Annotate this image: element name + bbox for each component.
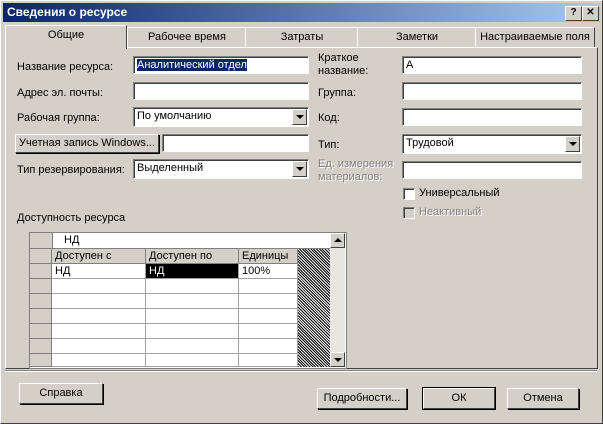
table-cell-selected[interactable]: НД xyxy=(146,264,239,279)
material-units-field[interactable] xyxy=(402,161,582,179)
tab-notes[interactable]: Заметки xyxy=(357,27,477,48)
close-icon: ✕ xyxy=(586,7,595,18)
col-units[interactable]: Единицы xyxy=(239,249,298,264)
table-cell[interactable] xyxy=(146,309,239,324)
table-cell[interactable] xyxy=(146,279,239,294)
grid-vertical-scrollbar[interactable] xyxy=(330,233,345,367)
help-button[interactable]: Справка xyxy=(19,383,103,404)
booking-type-label: Тип резервирования: xyxy=(17,164,125,176)
tab-custom-fields[interactable]: Настраиваемые поля xyxy=(475,27,595,48)
grid-inactive-area xyxy=(298,249,330,367)
row-header[interactable] xyxy=(30,264,52,279)
grid-edit-value: НД xyxy=(64,234,80,246)
details-button[interactable]: Подробности... xyxy=(317,388,407,409)
tab-general[interactable]: Общие xyxy=(5,25,127,49)
row-header[interactable] xyxy=(30,339,52,354)
table-cell[interactable] xyxy=(52,309,146,324)
cancel-button[interactable]: Отмена xyxy=(507,388,579,409)
table-cell[interactable] xyxy=(239,324,298,339)
table-cell[interactable]: НД xyxy=(52,264,146,279)
footer-separator xyxy=(5,370,597,372)
table-cell[interactable] xyxy=(239,279,298,294)
ok-button[interactable]: ОК xyxy=(422,387,496,410)
table-cell[interactable] xyxy=(146,294,239,309)
grid-edit-bar[interactable]: НД xyxy=(30,233,330,249)
short-name-label-line1: Краткое xyxy=(318,52,359,64)
resource-name-label: Название ресурса: xyxy=(17,61,114,73)
booking-type-select[interactable]: Выделенный xyxy=(133,159,309,179)
material-units-label-line2: материалов: xyxy=(318,171,383,183)
table-cell[interactable]: 100% xyxy=(239,264,298,279)
type-select[interactable]: Трудовой xyxy=(402,134,582,154)
material-units-label-line1: Ед. измерения xyxy=(318,158,394,170)
table-cell[interactable] xyxy=(146,339,239,354)
group-label: Группа: xyxy=(318,87,356,99)
tab-costs[interactable]: Затраты xyxy=(245,27,359,48)
col-available-from[interactable]: Доступен с xyxy=(52,249,146,264)
code-field[interactable] xyxy=(402,108,582,126)
table-cell[interactable] xyxy=(239,309,298,324)
availability-grid[interactable]: НД Доступен с Доступен по Единицы НД НД … xyxy=(29,232,347,369)
table-cell[interactable] xyxy=(52,339,146,354)
short-name-field[interactable]: А xyxy=(402,56,582,74)
table-cell[interactable] xyxy=(239,294,298,309)
close-title-button[interactable]: ✕ xyxy=(582,6,599,21)
email-label: Адрес эл. почты: xyxy=(17,87,104,99)
chevron-down-icon[interactable] xyxy=(565,136,580,152)
row-header[interactable] xyxy=(30,294,52,309)
availability-label: Доступность ресурса xyxy=(17,212,126,224)
generic-checkbox[interactable] xyxy=(403,188,415,200)
table-cell[interactable] xyxy=(52,354,146,367)
row-header[interactable] xyxy=(30,279,52,294)
tab-bar: Общие Рабочее время Затраты Заметки Наст… xyxy=(5,25,597,49)
help-title-button[interactable]: ? xyxy=(565,6,582,21)
windows-account-field[interactable] xyxy=(162,134,309,152)
table-cell[interactable] xyxy=(146,354,239,367)
tab-working-time[interactable]: Рабочее время xyxy=(127,27,247,48)
row-header[interactable] xyxy=(30,324,52,339)
group-field[interactable] xyxy=(402,82,582,100)
type-label: Тип: xyxy=(318,139,340,151)
table-cell[interactable] xyxy=(146,324,239,339)
short-name-label-line2: название: xyxy=(318,65,369,77)
inactive-checkbox[interactable] xyxy=(403,207,415,219)
table-cell[interactable] xyxy=(52,279,146,294)
windows-account-button[interactable]: Учетная запись Windows... xyxy=(15,134,159,153)
resource-info-dialog: Сведения о ресурсе ? ✕ Общие Рабочее вре… xyxy=(0,0,603,424)
dialog-title: Сведения о ресурсе xyxy=(7,5,128,19)
col-available-to[interactable]: Доступен по xyxy=(146,249,239,264)
chevron-down-icon[interactable] xyxy=(292,161,307,177)
resource-name-field[interactable]: Аналитический отдел xyxy=(133,56,309,74)
scroll-up-icon[interactable] xyxy=(330,233,345,248)
inactive-label: Неактивный xyxy=(419,206,482,218)
row-header[interactable] xyxy=(30,354,52,367)
table-cell[interactable] xyxy=(239,354,298,367)
scroll-down-icon[interactable] xyxy=(330,352,345,367)
chevron-down-icon[interactable] xyxy=(292,109,307,125)
row-header[interactable] xyxy=(30,309,52,324)
table-cell[interactable] xyxy=(52,324,146,339)
table-cell[interactable] xyxy=(239,339,298,354)
workgroup-label: Рабочая группа: xyxy=(17,112,100,124)
workgroup-select[interactable]: По умолчанию xyxy=(133,107,309,127)
email-field[interactable] xyxy=(133,82,309,100)
table-cell[interactable] xyxy=(52,294,146,309)
title-bar: Сведения о ресурсе ? ✕ xyxy=(3,3,600,22)
code-label: Код: xyxy=(318,112,340,124)
generic-label: Универсальный xyxy=(419,187,500,199)
